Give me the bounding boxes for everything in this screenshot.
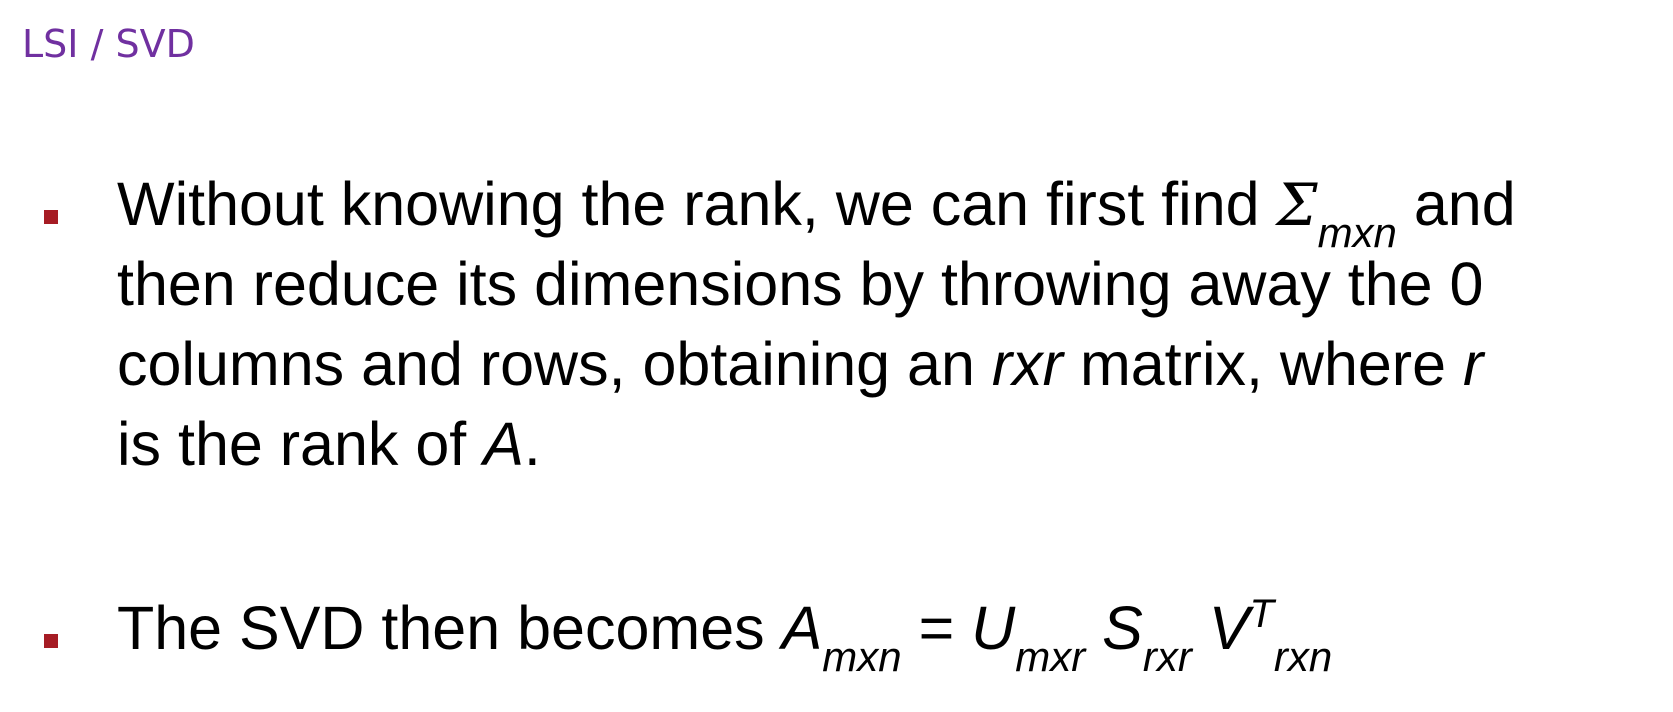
matrix-a: A (781, 594, 823, 662)
superscript: T (1249, 592, 1274, 636)
text-segment: matrix, where (1063, 330, 1463, 398)
bullet-item-svd-formula: The SVD then becomes Amxn = Umxr Srxr VT… (44, 588, 1657, 678)
subscript: mxr (1015, 633, 1086, 680)
math-variable: r (1463, 330, 1484, 398)
text-segment: columns and rows, obtaining an (117, 330, 992, 398)
text-line-2: then reduce its dimensions by throwing a… (117, 244, 1657, 324)
text-segment: is the rank of (117, 410, 484, 478)
matrix-s: S (1102, 594, 1143, 662)
text-segment: and (1396, 170, 1516, 238)
equals-sign: = (901, 594, 972, 662)
text-segment: The SVD then becomes (117, 594, 782, 662)
text-segment: Without knowing the rank, we can first f… (117, 170, 1277, 238)
matrix-u: U (971, 594, 1016, 662)
text-line-1: The SVD then becomes Amxn = Umxr Srxr VT… (117, 588, 1657, 678)
square-bullet-icon (44, 634, 58, 648)
text-segment: . (523, 410, 541, 478)
math-variable: rxr (991, 330, 1063, 398)
sigma-symbol: Σ (1276, 171, 1318, 239)
subscript: mxn (1317, 209, 1397, 256)
text-line-4: is the rank of A. (117, 404, 1657, 484)
square-bullet-icon (44, 210, 58, 224)
text-segment: then reduce its dimensions by throwing a… (117, 250, 1484, 318)
bullet-item-rank-reduction: Without knowing the rank, we can first f… (44, 164, 1657, 484)
subscript: rxr (1142, 633, 1192, 680)
text-line-1: Without knowing the rank, we can first f… (117, 164, 1657, 254)
slide-title: LSI / SVD (22, 22, 195, 66)
text-line-3: columns and rows, obtaining an rxr matri… (117, 324, 1657, 404)
math-variable: A (483, 410, 524, 478)
subscript: rxn (1273, 633, 1333, 680)
matrix-v: V (1208, 594, 1250, 662)
subscript: mxn (822, 633, 902, 680)
